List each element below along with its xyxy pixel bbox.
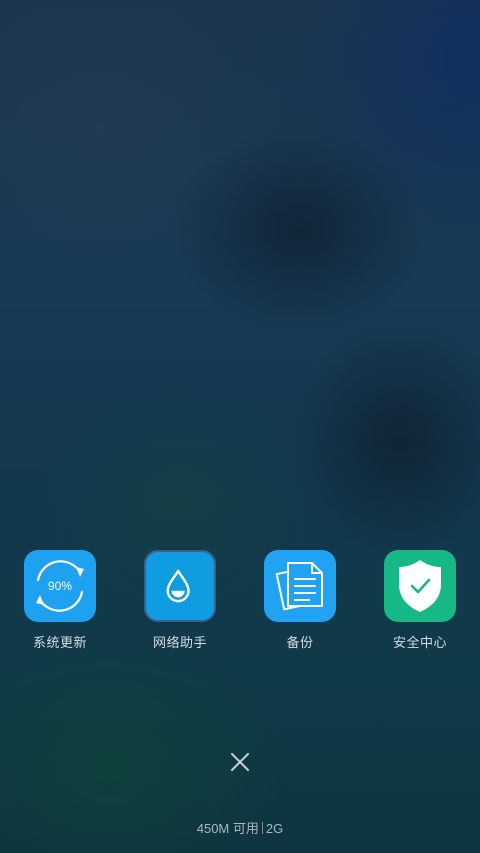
separator [261,822,263,834]
app-label: 网络助手 [152,636,207,651]
app-network-assistant[interactable]: 网络助手 [120,550,240,651]
memory-status: 450M 可用 2G [0,818,480,837]
app-label: 安全中心 [392,636,447,651]
shield-check-icon [399,560,441,612]
close-button[interactable] [226,748,254,776]
memory-total: 2G [265,821,284,836]
memory-available: 450M [196,821,230,836]
app-system-update[interactable]: 90% 系统更新 [0,550,120,651]
close-icon [231,753,249,771]
backup-icon [264,550,336,622]
app-shortcuts-row: 90% 系统更新 网络助手 备份 安全中心 [0,550,480,660]
app-label: 备份 [286,636,314,651]
app-security-center[interactable]: 安全中心 [360,550,480,651]
update-progress-text: 90% [47,579,73,593]
system-update-icon: 90% [24,550,96,622]
water-drop-icon [166,569,190,603]
app-label: 系统更新 [32,636,87,651]
security-center-icon [384,550,456,622]
memory-available-label: 可用 [232,821,259,836]
documents-icon [275,562,323,611]
app-backup[interactable]: 备份 [240,550,360,651]
network-assistant-icon [144,550,216,622]
